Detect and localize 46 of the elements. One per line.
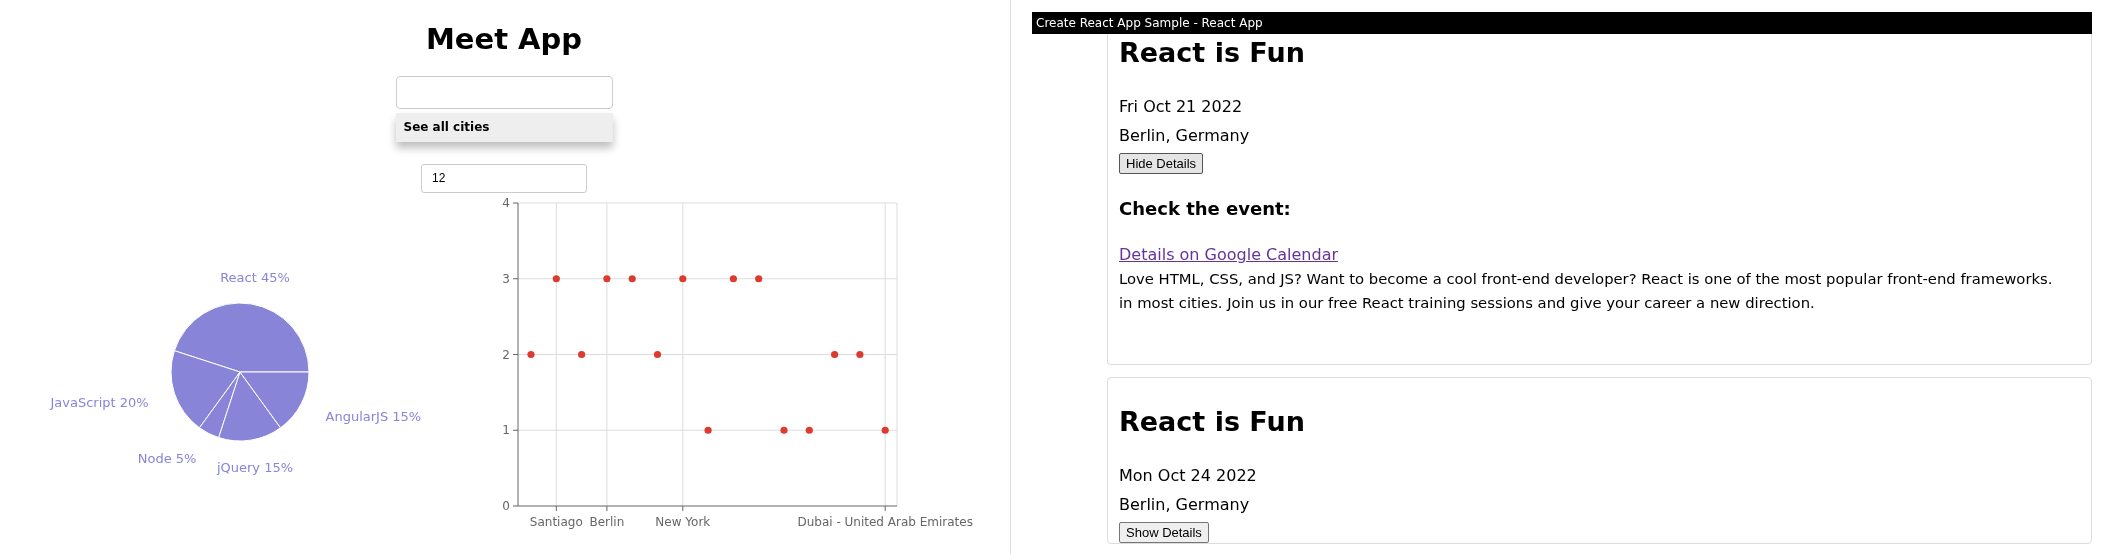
slice-label: jQuery 15% [216,459,294,475]
slice-label: Node 5% [137,450,197,466]
data-point [527,350,535,359]
data-point [780,426,788,434]
event-location: Berlin, Germany [1119,494,1251,516]
axis-tick-label: 2 [502,347,510,362]
axis-tick-label: 0 [502,499,510,513]
number-of-events-field[interactable]: 12 [421,163,587,193]
data-point [755,275,763,283]
window-title-bar: Create React App Sample - React App [1032,12,2092,34]
data-point [603,275,611,283]
hide-details-button[interactable]: Hide Details [1119,153,1204,174]
event-date: Fri Oct 21 2022 [1119,96,1244,118]
details-heading: Check the event: [1119,197,1292,221]
show-details-button[interactable]: Show Details [1119,522,1209,543]
event-location: Berlin, Germany [1119,125,1251,147]
event-description: in most cities. Join us in our free React training sessions and give your career a new direction. [1119,293,1816,313]
event-date: Mon Oct 24 2022 [1119,465,1258,487]
data-point [578,350,586,359]
data-point [805,426,813,434]
data-point [831,350,839,359]
event-description: Love HTML, CSS, and JS? Want to become a cool front-end developer? React is one of the most popular front-end frameworks. [1119,269,2054,289]
slice-label: AngularJS 15% [325,408,422,424]
event-title: React is Fun [1119,405,1306,439]
axis-tick-label: 1 [502,423,510,438]
data-point [679,275,687,283]
data-point [628,275,636,283]
app-title: Meet App [425,22,583,57]
axis-tick-label: 3 [502,271,510,286]
data-point [729,275,737,283]
axis-tick-label: Dubai - United Arab Emirates [797,515,973,529]
slice-label: React 45% [220,270,290,286]
axis-tick-label: Berlin [589,515,625,529]
axis-tick-label: New York [655,515,711,529]
event-title: React is Fun [1119,36,1306,70]
data-point [704,426,712,434]
suggestion-item[interactable]: See all cities [395,112,613,142]
city-search-field[interactable] [395,75,613,109]
data-point [552,275,560,283]
axis-tick-label: 4 [502,196,510,210]
data-point [653,350,662,359]
data-point [856,350,864,359]
axis-tick-label: Santiago [529,515,583,529]
data-point [881,426,889,434]
calendar-link[interactable]: Details on Google Calendar [1119,243,1339,267]
slice-label: JavaScript 20% [50,394,149,410]
